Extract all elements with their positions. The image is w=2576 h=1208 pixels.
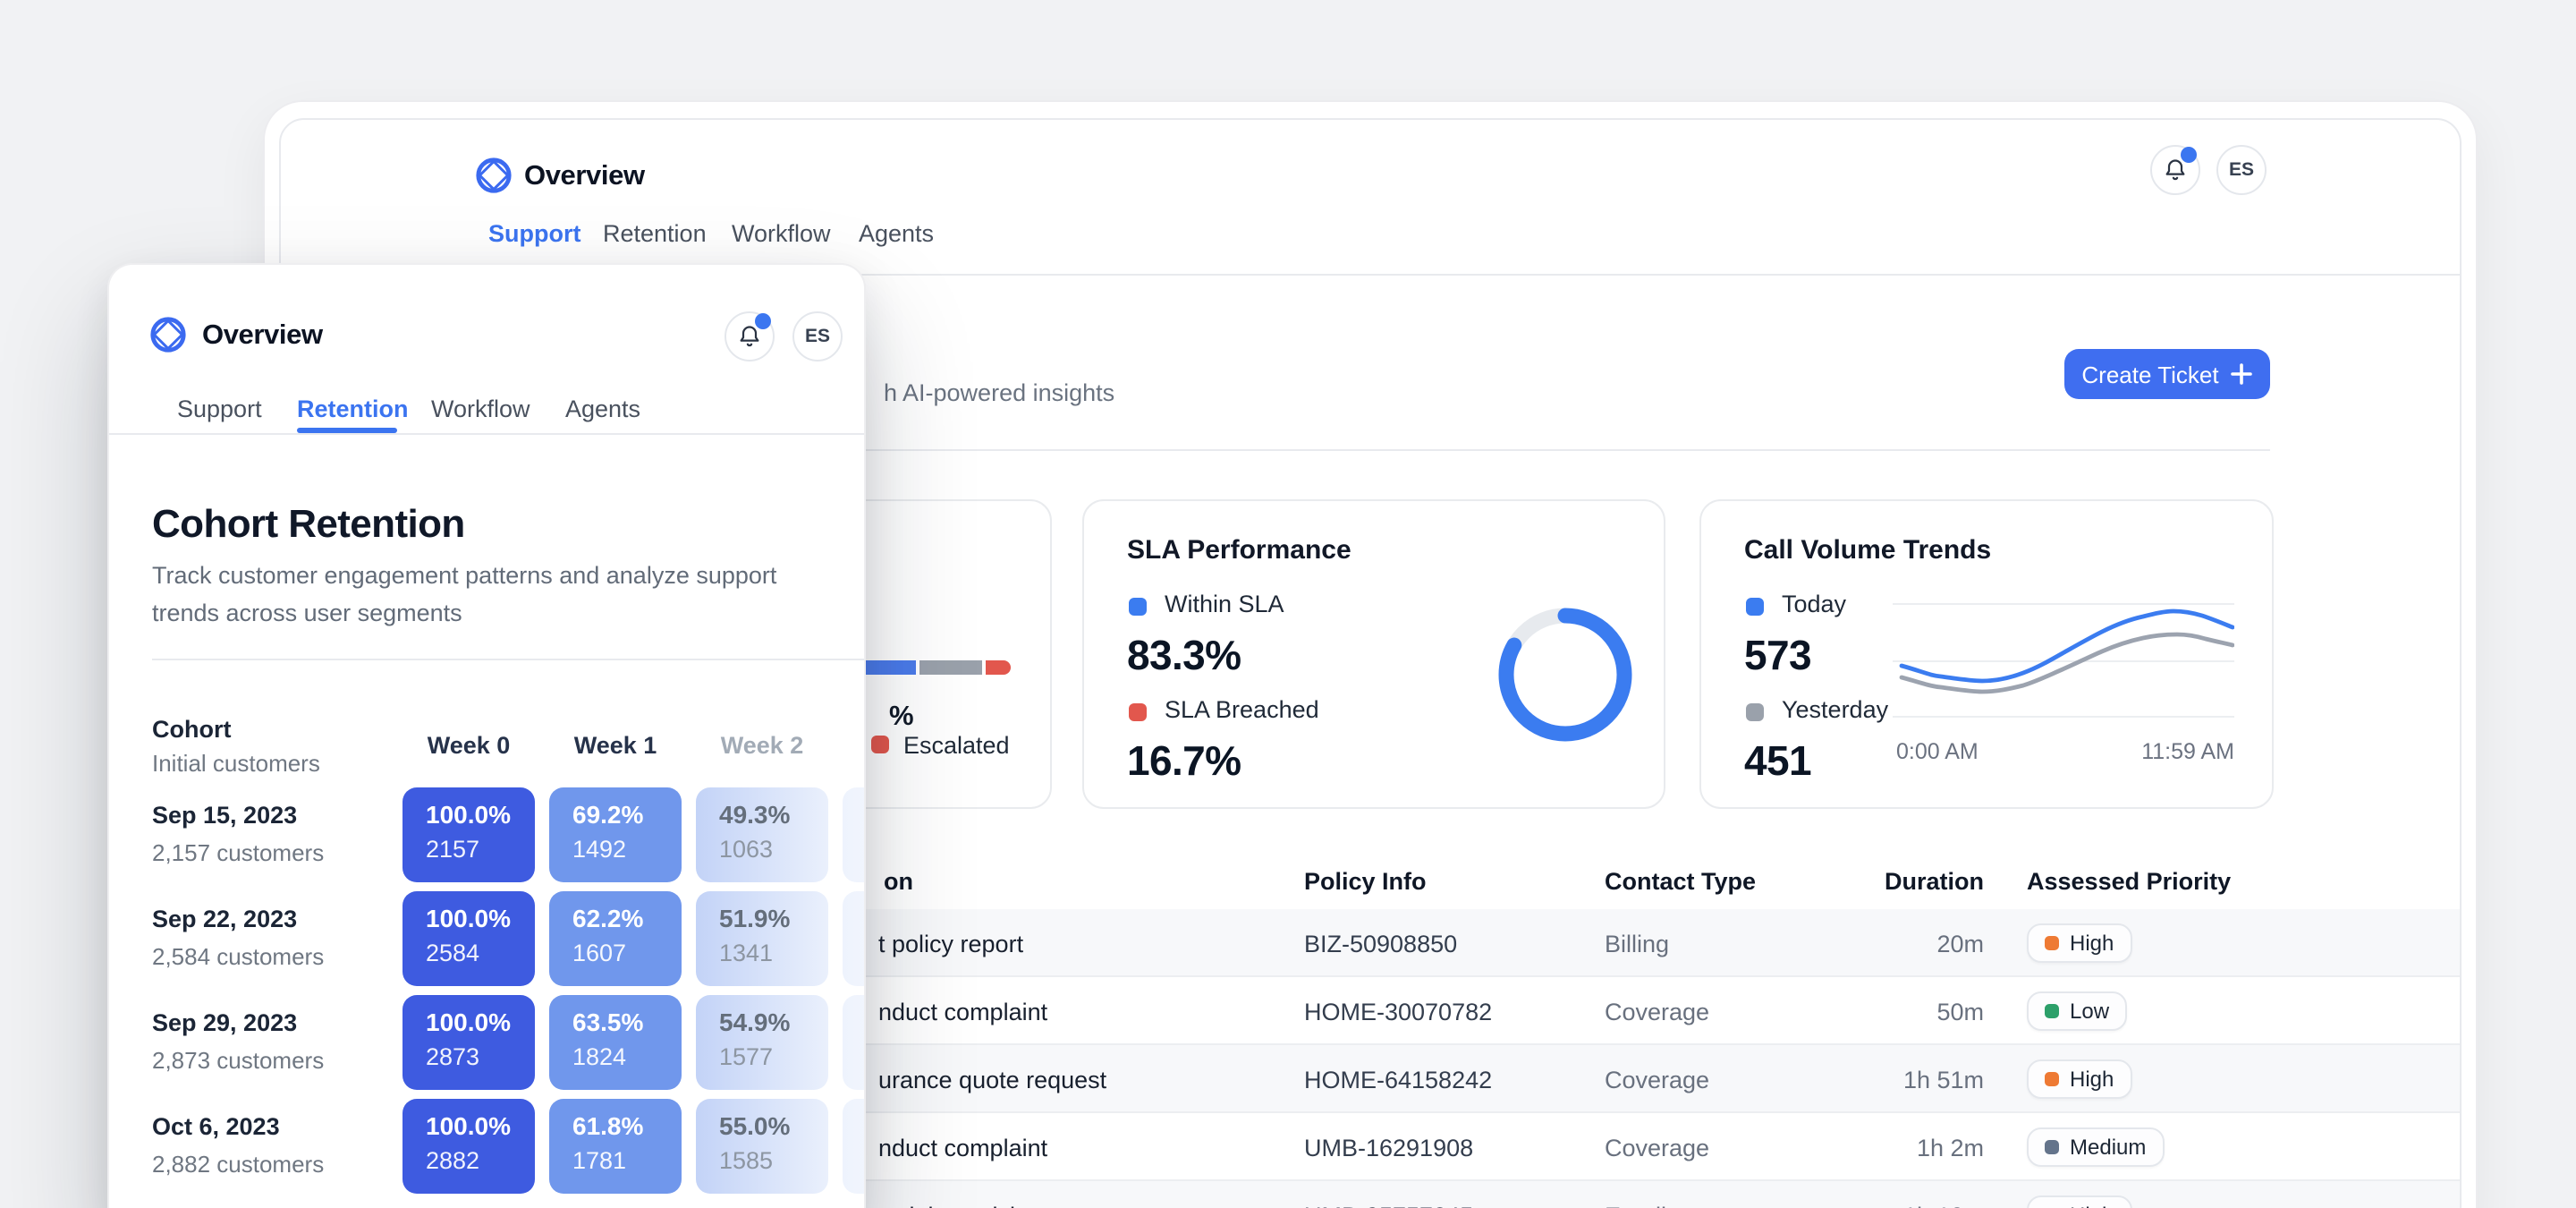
- cohort-cell: 69.2%1492: [549, 787, 682, 882]
- tab-agents[interactable]: Agents: [565, 396, 640, 422]
- priority-badge: Medium: [2027, 1127, 2164, 1167]
- today-swatch: [1746, 598, 1764, 616]
- yesterday-value: 451: [1744, 737, 1811, 786]
- today-label: Today: [1782, 591, 1846, 617]
- page-subtitle-fragment: h AI-powered insights: [884, 379, 1114, 406]
- cohort-cell-clipped: [843, 995, 866, 1090]
- cohort-row-date: Oct 6, 2023: [152, 1113, 280, 1140]
- week-0-header: Week 0: [402, 732, 535, 759]
- sla-card: SLA Performance Within SLA 83.3% SLA Bre…: [1082, 499, 1665, 809]
- col-header-priority: Assessed Priority: [2027, 868, 2231, 895]
- cohort-cell: 49.3%1063: [696, 787, 828, 882]
- yesterday-label: Yesterday: [1782, 696, 1888, 723]
- main-app-title: Overview: [524, 161, 645, 193]
- status-percent-fragment: %: [889, 702, 914, 734]
- cohort-col-title: Cohort: [152, 716, 232, 743]
- section-divider: [152, 659, 864, 660]
- priority-badge: Low: [2027, 991, 2127, 1031]
- tab-retention[interactable]: Retention: [297, 396, 409, 422]
- sla-breached-value: 16.7%: [1127, 737, 1241, 786]
- cohort-cell: 100.0%2584: [402, 891, 535, 986]
- cohort-row-date: Sep 29, 2023: [152, 1009, 297, 1036]
- tab-workflow[interactable]: Workflow: [732, 220, 831, 247]
- yesterday-swatch: [1746, 703, 1764, 721]
- notification-dot: [755, 313, 771, 329]
- cohort-cell-clipped: [843, 1099, 866, 1194]
- page-canvas: Overview ES Support Retention Workflow A…: [0, 0, 2576, 1208]
- today-value: 573: [1744, 632, 1811, 680]
- notification-button[interactable]: [724, 311, 775, 362]
- tabs-divider: [109, 433, 864, 435]
- tab-agents[interactable]: Agents: [859, 220, 934, 247]
- x-axis-end-label: 11:59 AM: [2072, 739, 2234, 764]
- week-1-header: Week 1: [549, 732, 682, 759]
- priority-badge: High: [2027, 923, 2131, 963]
- sla-card-title: SLA Performance: [1127, 535, 1352, 566]
- cohort-row-customers: 2,882 customers: [152, 1151, 324, 1178]
- cohort-cell-clipped: [843, 787, 866, 882]
- tab-support[interactable]: Support: [177, 396, 262, 422]
- cohort-row-customers: 2,873 customers: [152, 1047, 324, 1074]
- cohort-cell: 100.0%2157: [402, 787, 535, 882]
- escalated-label: Escalated: [903, 732, 1010, 759]
- cohort-cell: 55.0%1585: [696, 1099, 828, 1194]
- status-bar-segment-red: [986, 660, 1011, 675]
- priority-dot: [2045, 1072, 2059, 1086]
- page-description: Track customer engagement patterns and a…: [152, 557, 850, 632]
- within-sla-swatch: [1129, 598, 1147, 616]
- cohort-cell: 51.9%1341: [696, 891, 828, 986]
- overlay-window: Overview ES Support Retention Workflow A…: [107, 263, 866, 1208]
- cohort-cell-clipped: [843, 891, 866, 986]
- tab-support[interactable]: Support: [488, 220, 581, 247]
- x-axis-start-label: 0:00 AM: [1896, 739, 1979, 764]
- notification-dot: [2181, 147, 2197, 163]
- call-volume-card: Call Volume Trends Today 573 Yesterday 4…: [1699, 499, 2274, 809]
- within-sla-label: Within SLA: [1165, 591, 1284, 617]
- page-title: Cohort Retention: [152, 501, 465, 548]
- cohort-cell: 100.0%2873: [402, 995, 535, 1090]
- priority-badge: High: [2027, 1195, 2131, 1208]
- cohort-row-customers: 2,157 customers: [152, 839, 324, 866]
- plus-icon: [2232, 363, 2253, 385]
- priority-dot: [2045, 936, 2059, 950]
- app-logo-icon: [148, 315, 188, 354]
- priority-dot: [2045, 1004, 2059, 1018]
- avatar[interactable]: ES: [2216, 145, 2267, 195]
- avatar[interactable]: ES: [792, 311, 843, 362]
- sla-donut-chart: [1488, 598, 1642, 752]
- cohort-cell: 61.8%1781: [549, 1099, 682, 1194]
- overlay-app-title: Overview: [202, 320, 323, 353]
- cohort-cell: 100.0%2882: [402, 1099, 535, 1194]
- cohort-cell: 63.5%1824: [549, 995, 682, 1090]
- status-bar-segment-gray: [919, 660, 982, 675]
- volume-card-title: Call Volume Trends: [1744, 535, 1991, 566]
- cohort-col-subtitle: Initial customers: [152, 750, 320, 777]
- priority-dot: [2045, 1140, 2059, 1154]
- col-header-contact: Contact Type: [1605, 868, 1756, 895]
- priority-badge: High: [2027, 1059, 2131, 1099]
- week-2-header: Week 2: [696, 732, 828, 759]
- volume-line-chart: [1893, 587, 2234, 730]
- cohort-row-customers: 2,584 customers: [152, 943, 324, 970]
- col-header-policy: Policy Info: [1304, 868, 1427, 895]
- cohort-cell: 54.9%1577: [696, 995, 828, 1090]
- cohort-cell: 62.2%1607: [549, 891, 682, 986]
- tab-workflow[interactable]: Workflow: [431, 396, 530, 422]
- col-header-description: on: [884, 868, 913, 895]
- notification-button[interactable]: [2150, 145, 2200, 195]
- cohort-row-date: Sep 22, 2023: [152, 906, 297, 932]
- escalated-swatch: [871, 736, 889, 753]
- col-header-duration: Duration: [1855, 868, 1984, 895]
- sla-breached-swatch: [1129, 703, 1147, 721]
- within-sla-value: 83.3%: [1127, 632, 1241, 680]
- create-ticket-button[interactable]: Create Ticket: [2064, 349, 2270, 399]
- cohort-row-date: Sep 15, 2023: [152, 802, 297, 829]
- app-logo-icon: [474, 156, 513, 195]
- sla-breached-label: SLA Breached: [1165, 696, 1319, 723]
- tab-retention[interactable]: Retention: [603, 220, 707, 247]
